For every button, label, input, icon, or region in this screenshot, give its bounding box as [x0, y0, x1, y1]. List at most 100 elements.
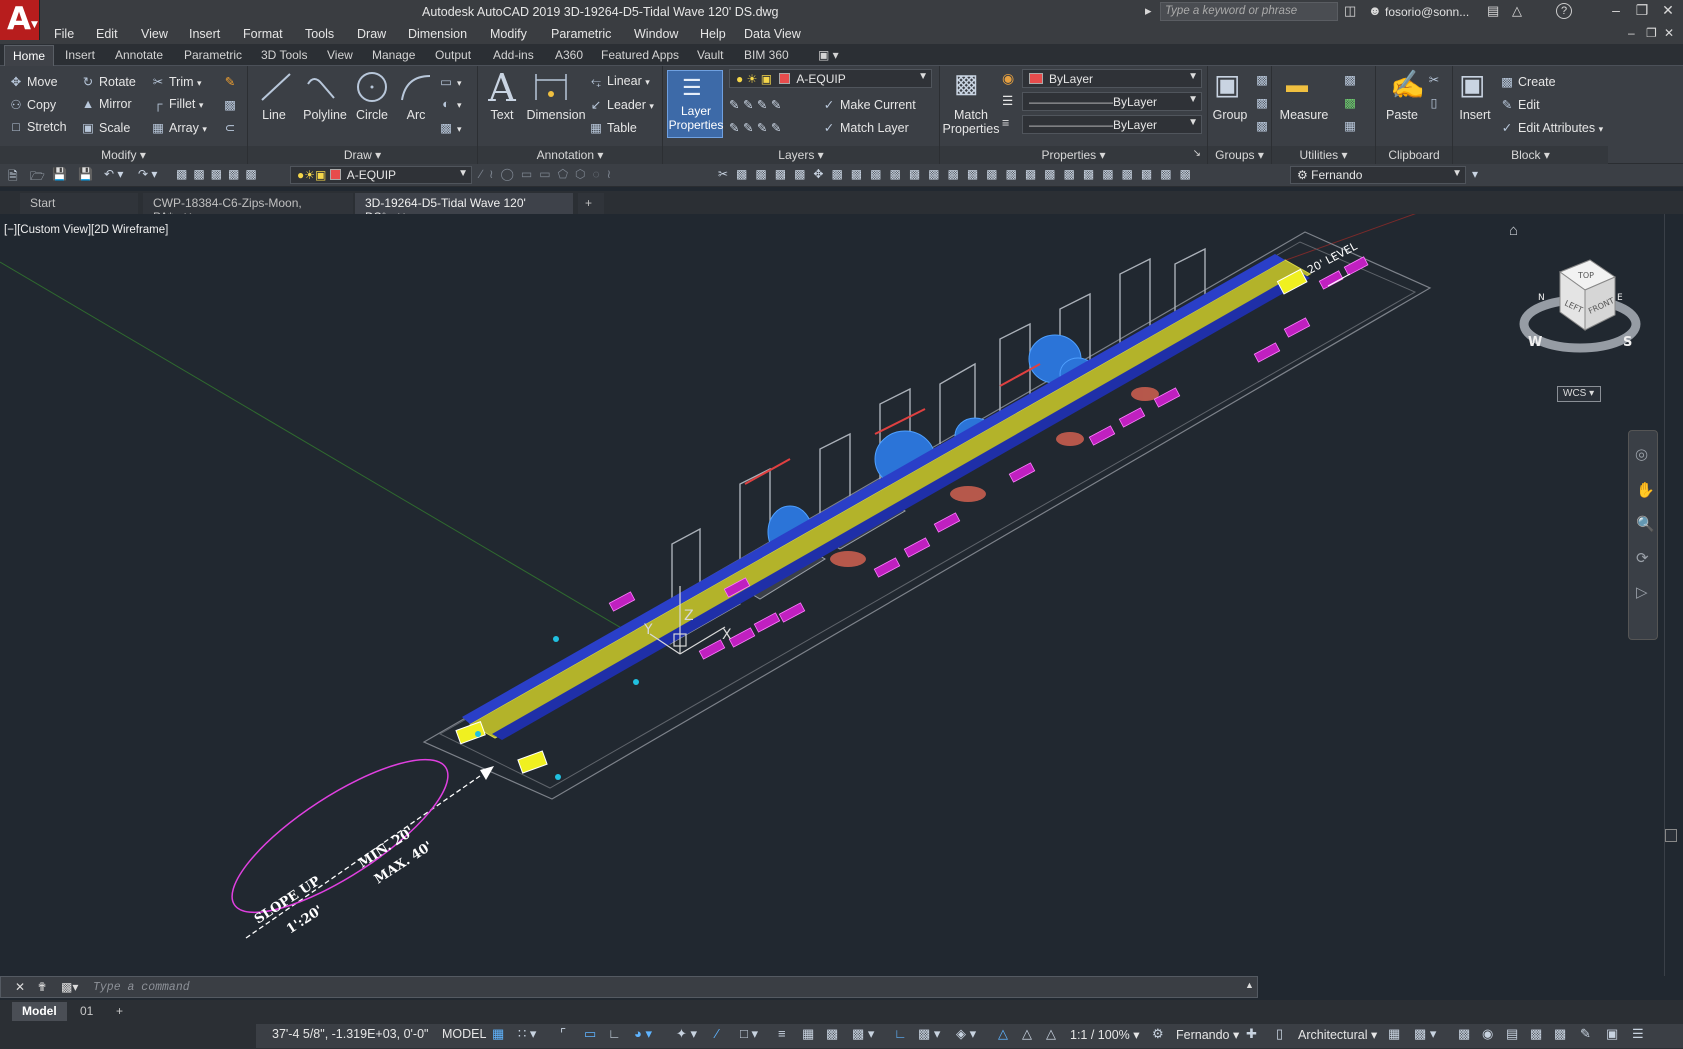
- fillet-button[interactable]: ┌ Fillet ▾: [150, 97, 204, 111]
- workspace-switch[interactable]: Fernando ▾: [1176, 1027, 1239, 1042]
- layer-properties-button[interactable]: ☰ Layer Properties: [667, 70, 723, 138]
- menu-draw[interactable]: Draw: [357, 27, 386, 41]
- hatch-icon[interactable]: ◐ ▾: [438, 97, 461, 111]
- ungroup-icon[interactable]: ▩: [1254, 72, 1273, 87]
- menu-help[interactable]: Help: [700, 27, 726, 41]
- menu-window[interactable]: Window: [634, 27, 678, 41]
- units-dropdown[interactable]: Architectural ▾: [1298, 1027, 1377, 1042]
- close-icon[interactable]: ✕: [15, 980, 25, 994]
- circle-button[interactable]: Circle: [350, 108, 394, 122]
- new-icon[interactable]: 🗎: [8, 167, 18, 188]
- annotation-monitor-icon[interactable]: ✚: [1246, 1026, 1257, 1042]
- customize-qat-icon[interactable]: ▾: [1472, 167, 1478, 181]
- search-input[interactable]: Type a keyword or phrase: [1160, 2, 1338, 21]
- layer-tools-icons[interactable]: ▩▩▩▩▩: [176, 167, 263, 181]
- linetype-dropdown[interactable]: ———————ByLayer ▼: [1022, 92, 1202, 111]
- lineweight-icon[interactable]: ≡: [778, 1026, 786, 1041]
- tab-annotate[interactable]: Annotate: [115, 48, 163, 62]
- tab-file-cwp[interactable]: CWP-18384-C6-Zips-Moon, PA*✕: [143, 193, 353, 224]
- help-icon[interactable]: ?: [1556, 3, 1572, 19]
- selection-cycling-icon[interactable]: ▩: [826, 1026, 838, 1042]
- customize-icon[interactable]: ✟: [37, 980, 47, 994]
- create-block-button[interactable]: ▩ Create: [1499, 74, 1555, 89]
- auto-scale-icon[interactable]: △: [1022, 1026, 1032, 1042]
- pen-icon[interactable]: ✎: [1580, 1026, 1591, 1042]
- dimension-button[interactable]: Dimension: [526, 108, 586, 122]
- draw-tools-icons[interactable]: ∕≀◯▭▭⬠⬡◌≀: [480, 167, 618, 181]
- isodraft-icon[interactable]: ✦ ▾: [676, 1026, 697, 1042]
- explode-icon[interactable]: ▩: [222, 97, 241, 112]
- tab-add-ins[interactable]: Add-ins: [493, 48, 534, 62]
- transparency-icon[interactable]: ▦: [802, 1026, 814, 1042]
- pan-icon[interactable]: ✋: [1636, 481, 1655, 499]
- copy-button[interactable]: ⚇ Copy: [8, 97, 56, 112]
- workspace-gear-icon[interactable]: ⚙: [1152, 1026, 1164, 1042]
- lineweight-dropdown[interactable]: ———————ByLayer ▼: [1022, 115, 1202, 134]
- line-button[interactable]: Line: [252, 108, 296, 122]
- lock-ui-icon[interactable]: ▩ ▾: [1414, 1026, 1436, 1042]
- group-edit-icon[interactable]: ▩: [1254, 95, 1273, 110]
- polar-tracking-icon[interactable]: ◕ ▾: [634, 1026, 652, 1042]
- array-button[interactable]: ▦ Array ▾: [150, 120, 207, 135]
- orbit-icon[interactable]: ⟳: [1636, 549, 1649, 567]
- dynamic-input-icon[interactable]: ▭: [584, 1026, 596, 1042]
- customization-menu-icon[interactable]: ☰: [1632, 1026, 1644, 1042]
- stretch-button[interactable]: □ Stretch: [8, 120, 66, 134]
- object-snap-icon[interactable]: □ ▾: [740, 1026, 758, 1042]
- save-as-icon[interactable]: 💾: [78, 167, 93, 181]
- plot-icon[interactable]: ▩: [1530, 1026, 1542, 1042]
- tab-layout-01[interactable]: 01: [70, 1002, 103, 1021]
- measure-button[interactable]: Measure: [1272, 108, 1336, 122]
- trim-button[interactable]: ✂ Trim ▾: [150, 74, 202, 89]
- application-menu-button[interactable]: A ▼: [0, 0, 40, 40]
- select-all-icon[interactable]: ▩: [1342, 95, 1361, 110]
- dynamic-ucs-icon[interactable]: ∟: [894, 1026, 907, 1041]
- tab-bim-360[interactable]: BIM 360: [744, 48, 789, 62]
- grid-icon[interactable]: ▦: [492, 1026, 504, 1042]
- user-icon[interactable]: ☻: [1368, 3, 1382, 18]
- infer-constraints-icon[interactable]: ⌜: [560, 1026, 566, 1042]
- navigation-bar[interactable]: ◎ ✋ 🔍 ⟳ ▷: [1628, 430, 1658, 640]
- calculator-icon[interactable]: ▦: [1342, 118, 1361, 133]
- home-icon[interactable]: ⌂: [1509, 222, 1518, 239]
- group-button[interactable]: Group: [1208, 108, 1252, 122]
- group-select-icon[interactable]: ▩: [1254, 118, 1273, 133]
- match-properties-button[interactable]: Match Properties: [940, 108, 1002, 136]
- selection-filter-icon[interactable]: ▩ ▾: [918, 1026, 940, 1042]
- minimize-button[interactable]: –: [1603, 2, 1629, 18]
- tab-file-tidal-wave[interactable]: 3D-19264-D5-Tidal Wave 120' DS*✕: [355, 193, 573, 224]
- leader-button[interactable]: ↙ Leader ▾: [588, 97, 654, 112]
- tab-output[interactable]: Output: [435, 48, 471, 62]
- cart-icon[interactable]: ▤: [1487, 3, 1499, 19]
- scale-button[interactable]: ▣ Scale: [80, 120, 130, 135]
- make-current-button[interactable]: ✓ Make Current: [821, 97, 916, 112]
- copy-clip-icon[interactable]: ▯: [1426, 95, 1445, 110]
- layers-panel-title[interactable]: Layers ▾: [663, 146, 939, 164]
- scroll-thumb[interactable]: [1665, 829, 1677, 842]
- new-tab-button[interactable]: +: [578, 193, 604, 214]
- menu-insert[interactable]: Insert: [189, 27, 220, 41]
- open-icon[interactable]: 🗁: [30, 167, 45, 188]
- menu-parametric[interactable]: Parametric: [551, 27, 611, 41]
- save-icon[interactable]: 💾: [52, 167, 67, 181]
- new-layout-button[interactable]: +: [106, 1002, 133, 1021]
- layer-tools-row1[interactable]: ✎ ✎ ✎ ✎: [729, 97, 781, 112]
- polyline-button[interactable]: Polyline: [298, 108, 352, 122]
- rotate-button[interactable]: ↻ Rotate: [80, 74, 136, 89]
- match-layer-button[interactable]: ✓ Match Layer: [821, 120, 909, 135]
- annotation-panel-title[interactable]: Annotation ▾: [478, 146, 662, 164]
- clean-screen-icon[interactable]: ▤: [1506, 1026, 1518, 1042]
- binoculars-icon[interactable]: ◫: [1344, 3, 1356, 19]
- mirror-button[interactable]: ▲ Mirror: [80, 97, 132, 111]
- tab-insert[interactable]: Insert: [65, 48, 95, 62]
- menu-modify[interactable]: Modify: [490, 27, 527, 41]
- tab-manage[interactable]: Manage: [372, 48, 415, 62]
- ribbon-options-icon[interactable]: ▣ ▾: [818, 48, 839, 62]
- gizmo-icon[interactable]: ◈ ▾: [956, 1026, 976, 1042]
- layer-dropdown[interactable]: ● ☀ ▣ A-EQUIP ▼: [729, 69, 932, 88]
- menu-edit[interactable]: Edit: [96, 27, 118, 41]
- cut-icon[interactable]: ✂: [1426, 72, 1445, 87]
- steering-wheel-icon[interactable]: ◎: [1635, 445, 1648, 463]
- table-button[interactable]: ▦ Table: [588, 120, 637, 135]
- drawing-viewport[interactable]: [−][Custom View][2D Wireframe] Y Z X 20'…: [0, 214, 1683, 976]
